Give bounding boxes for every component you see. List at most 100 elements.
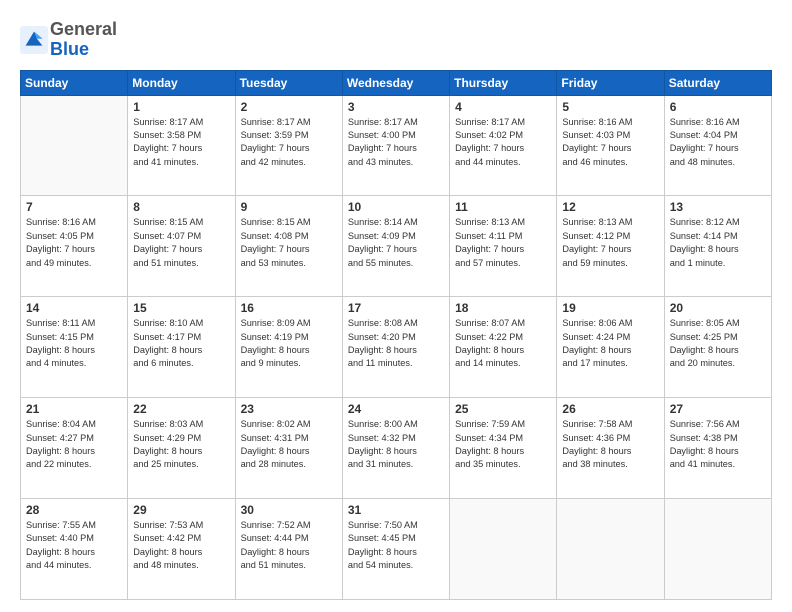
day-number: 18 bbox=[455, 301, 551, 315]
day-info: Sunrise: 8:04 AMSunset: 4:27 PMDaylight:… bbox=[26, 418, 122, 471]
day-info: Sunrise: 8:08 AMSunset: 4:20 PMDaylight:… bbox=[348, 317, 444, 370]
calendar-cell bbox=[21, 95, 128, 196]
logo-icon bbox=[20, 26, 48, 54]
day-number: 27 bbox=[670, 402, 766, 416]
day-info: Sunrise: 8:16 AMSunset: 4:04 PMDaylight:… bbox=[670, 116, 766, 169]
weekday-header-wednesday: Wednesday bbox=[342, 70, 449, 95]
day-number: 16 bbox=[241, 301, 337, 315]
weekday-header-monday: Monday bbox=[128, 70, 235, 95]
day-info: Sunrise: 8:02 AMSunset: 4:31 PMDaylight:… bbox=[241, 418, 337, 471]
day-info: Sunrise: 7:56 AMSunset: 4:38 PMDaylight:… bbox=[670, 418, 766, 471]
day-number: 6 bbox=[670, 100, 766, 114]
weekday-header-friday: Friday bbox=[557, 70, 664, 95]
day-number: 21 bbox=[26, 402, 122, 416]
day-info: Sunrise: 7:55 AMSunset: 4:40 PMDaylight:… bbox=[26, 519, 122, 572]
day-info: Sunrise: 8:14 AMSunset: 4:09 PMDaylight:… bbox=[348, 216, 444, 269]
day-number: 9 bbox=[241, 200, 337, 214]
day-info: Sunrise: 8:17 AMSunset: 3:59 PMDaylight:… bbox=[241, 116, 337, 169]
day-info: Sunrise: 8:06 AMSunset: 4:24 PMDaylight:… bbox=[562, 317, 658, 370]
day-info: Sunrise: 8:12 AMSunset: 4:14 PMDaylight:… bbox=[670, 216, 766, 269]
calendar-cell: 30 Sunrise: 7:52 AMSunset: 4:44 PMDayligh… bbox=[235, 499, 342, 600]
day-number: 20 bbox=[670, 301, 766, 315]
calendar-cell: 1 Sunrise: 8:17 AMSunset: 3:58 PMDaylight… bbox=[128, 95, 235, 196]
day-number: 22 bbox=[133, 402, 229, 416]
day-info: Sunrise: 8:10 AMSunset: 4:17 PMDaylight:… bbox=[133, 317, 229, 370]
day-info: Sunrise: 8:13 AMSunset: 4:11 PMDaylight:… bbox=[455, 216, 551, 269]
calendar-cell: 21 Sunrise: 8:04 AMSunset: 4:27 PMDayligh… bbox=[21, 398, 128, 499]
day-number: 30 bbox=[241, 503, 337, 517]
calendar-week-2: 7Sunrise: 8:16 AMSunset: 4:05 PMDaylight… bbox=[21, 196, 772, 297]
day-number: 28 bbox=[26, 503, 122, 517]
calendar-cell: 10 Sunrise: 8:14 AMSunset: 4:09 PMDayligh… bbox=[342, 196, 449, 297]
calendar-cell: 24 Sunrise: 8:00 AMSunset: 4:32 PMDayligh… bbox=[342, 398, 449, 499]
day-number: 23 bbox=[241, 402, 337, 416]
calendar-cell: 12 Sunrise: 8:13 AMSunset: 4:12 PMDayligh… bbox=[557, 196, 664, 297]
header: General Blue bbox=[20, 16, 772, 60]
day-info: Sunrise: 8:16 AMSunset: 4:05 PMDaylight:… bbox=[26, 216, 122, 269]
calendar-cell: 26 Sunrise: 7:58 AMSunset: 4:36 PMDayligh… bbox=[557, 398, 664, 499]
day-number: 8 bbox=[133, 200, 229, 214]
calendar-cell: 14Sunrise: 8:11 AMSunset: 4:15 PMDayligh… bbox=[21, 297, 128, 398]
calendar-cell: 22 Sunrise: 8:03 AMSunset: 4:29 PMDayligh… bbox=[128, 398, 235, 499]
calendar-cell: 13 Sunrise: 8:12 AMSunset: 4:14 PMDayligh… bbox=[664, 196, 771, 297]
day-number: 1 bbox=[133, 100, 229, 114]
day-info: Sunrise: 7:58 AMSunset: 4:36 PMDaylight:… bbox=[562, 418, 658, 471]
calendar-cell: 5 Sunrise: 8:16 AMSunset: 4:03 PMDaylight… bbox=[557, 95, 664, 196]
weekday-header-thursday: Thursday bbox=[450, 70, 557, 95]
day-number: 15 bbox=[133, 301, 229, 315]
day-info: Sunrise: 8:17 AMSunset: 4:00 PMDaylight:… bbox=[348, 116, 444, 169]
calendar-cell: 29Sunrise: 7:53 AMSunset: 4:42 PMDayligh… bbox=[128, 499, 235, 600]
calendar-cell: 2 Sunrise: 8:17 AMSunset: 3:59 PMDaylight… bbox=[235, 95, 342, 196]
day-number: 4 bbox=[455, 100, 551, 114]
calendar-week-1: 1 Sunrise: 8:17 AMSunset: 3:58 PMDaylight… bbox=[21, 95, 772, 196]
day-number: 13 bbox=[670, 200, 766, 214]
weekday-header-row: SundayMondayTuesdayWednesdayThursdayFrid… bbox=[21, 70, 772, 95]
calendar-week-4: 21 Sunrise: 8:04 AMSunset: 4:27 PMDayligh… bbox=[21, 398, 772, 499]
calendar-cell: 25 Sunrise: 7:59 AMSunset: 4:34 PMDayligh… bbox=[450, 398, 557, 499]
calendar-cell: 23 Sunrise: 8:02 AMSunset: 4:31 PMDayligh… bbox=[235, 398, 342, 499]
calendar-cell: 15 Sunrise: 8:10 AMSunset: 4:17 PMDayligh… bbox=[128, 297, 235, 398]
calendar-cell: 28 Sunrise: 7:55 AMSunset: 4:40 PMDayligh… bbox=[21, 499, 128, 600]
day-info: Sunrise: 7:53 AMSunset: 4:42 PMDaylight:… bbox=[133, 519, 229, 572]
day-number: 2 bbox=[241, 100, 337, 114]
weekday-header-saturday: Saturday bbox=[664, 70, 771, 95]
calendar-table: SundayMondayTuesdayWednesdayThursdayFrid… bbox=[20, 70, 772, 600]
day-number: 5 bbox=[562, 100, 658, 114]
calendar-cell: 9Sunrise: 8:15 AMSunset: 4:08 PMDaylight… bbox=[235, 196, 342, 297]
day-number: 12 bbox=[562, 200, 658, 214]
calendar-cell: 18 Sunrise: 8:07 AMSunset: 4:22 PMDayligh… bbox=[450, 297, 557, 398]
day-info: Sunrise: 7:52 AMSunset: 4:44 PMDaylight:… bbox=[241, 519, 337, 572]
day-info: Sunrise: 8:17 AMSunset: 4:02 PMDaylight:… bbox=[455, 116, 551, 169]
day-info: Sunrise: 8:17 AMSunset: 3:58 PMDaylight:… bbox=[133, 116, 229, 169]
page: General Blue SundayMondayTuesdayWednesda… bbox=[0, 0, 792, 612]
calendar-cell bbox=[450, 499, 557, 600]
calendar-cell: 7Sunrise: 8:16 AMSunset: 4:05 PMDaylight… bbox=[21, 196, 128, 297]
day-info: Sunrise: 8:09 AMSunset: 4:19 PMDaylight:… bbox=[241, 317, 337, 370]
day-number: 26 bbox=[562, 402, 658, 416]
weekday-header-tuesday: Tuesday bbox=[235, 70, 342, 95]
calendar-cell: 4 Sunrise: 8:17 AMSunset: 4:02 PMDaylight… bbox=[450, 95, 557, 196]
day-info: Sunrise: 8:07 AMSunset: 4:22 PMDaylight:… bbox=[455, 317, 551, 370]
day-info: Sunrise: 8:13 AMSunset: 4:12 PMDaylight:… bbox=[562, 216, 658, 269]
day-info: Sunrise: 7:59 AMSunset: 4:34 PMDaylight:… bbox=[455, 418, 551, 471]
logo-text: General Blue bbox=[50, 20, 117, 60]
day-info: Sunrise: 8:15 AMSunset: 4:07 PMDaylight:… bbox=[133, 216, 229, 269]
calendar-cell: 16 Sunrise: 8:09 AMSunset: 4:19 PMDayligh… bbox=[235, 297, 342, 398]
day-number: 17 bbox=[348, 301, 444, 315]
day-number: 11 bbox=[455, 200, 551, 214]
calendar-cell: 17 Sunrise: 8:08 AMSunset: 4:20 PMDayligh… bbox=[342, 297, 449, 398]
day-info: Sunrise: 8:16 AMSunset: 4:03 PMDaylight:… bbox=[562, 116, 658, 169]
day-number: 19 bbox=[562, 301, 658, 315]
calendar-cell: 8 Sunrise: 8:15 AMSunset: 4:07 PMDaylight… bbox=[128, 196, 235, 297]
calendar-cell bbox=[557, 499, 664, 600]
day-number: 31 bbox=[348, 503, 444, 517]
day-number: 14 bbox=[26, 301, 122, 315]
day-info: Sunrise: 8:03 AMSunset: 4:29 PMDaylight:… bbox=[133, 418, 229, 471]
calendar-cell: 19 Sunrise: 8:06 AMSunset: 4:24 PMDayligh… bbox=[557, 297, 664, 398]
day-number: 25 bbox=[455, 402, 551, 416]
calendar-cell: 3Sunrise: 8:17 AMSunset: 4:00 PMDaylight… bbox=[342, 95, 449, 196]
logo: General Blue bbox=[20, 20, 117, 60]
day-info: Sunrise: 8:00 AMSunset: 4:32 PMDaylight:… bbox=[348, 418, 444, 471]
day-number: 10 bbox=[348, 200, 444, 214]
day-number: 24 bbox=[348, 402, 444, 416]
